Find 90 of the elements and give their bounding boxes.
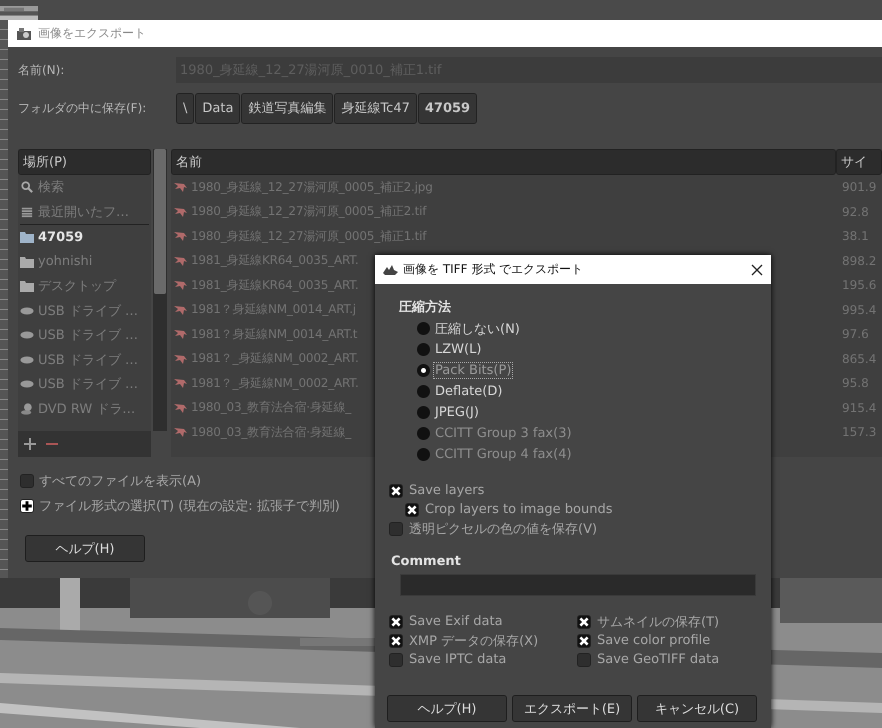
path-button[interactable]: Data xyxy=(195,92,240,124)
checkbox[interactable] xyxy=(577,634,591,648)
image-file-icon xyxy=(173,304,187,316)
checkbox[interactable] xyxy=(389,522,403,536)
checkbox[interactable] xyxy=(577,652,591,666)
image-file-icon xyxy=(173,230,187,242)
radio-label: Deflate(D) xyxy=(434,384,504,399)
radio-label: JPEG(J) xyxy=(434,405,480,420)
drive-icon xyxy=(20,378,34,390)
image-file-icon xyxy=(173,426,187,438)
checkbox-label: Save IPTC data xyxy=(409,652,506,667)
dialog-button[interactable]: ヘルプ(H) xyxy=(387,695,507,722)
compression-heading: 圧縮方法 xyxy=(399,298,452,316)
drive-icon xyxy=(20,304,34,317)
remove-icon[interactable] xyxy=(46,442,58,446)
size-column-header[interactable]: サイ xyxy=(836,149,882,175)
image-file-icon xyxy=(173,206,187,218)
add-icon[interactable] xyxy=(24,438,36,450)
image-file-icon xyxy=(173,402,187,414)
path-button[interactable]: \ xyxy=(176,92,194,124)
name-column-header[interactable]: 名前 xyxy=(171,149,836,175)
path-button[interactable]: 鉄道写真編集 xyxy=(241,92,334,124)
dialog-button[interactable]: キャンセル(C) xyxy=(637,695,757,722)
radio-button[interactable] xyxy=(417,364,430,377)
comment-field[interactable] xyxy=(400,574,756,596)
folder-icon xyxy=(20,280,34,292)
place-item[interactable]: デスクトップ xyxy=(18,274,151,298)
comment-label: Comment xyxy=(391,554,462,569)
place-item[interactable]: yohnishi xyxy=(18,250,151,274)
checkbox-label: Crop layers to image bounds xyxy=(425,502,613,517)
name-label: 名前(N): xyxy=(18,62,66,78)
radio-label: 圧縮しない(N) xyxy=(434,320,521,338)
expander-label: ファイル形式の選択(T) (現在の設定: 拡張子で判別) xyxy=(39,498,340,514)
app-icon xyxy=(16,26,32,40)
expander-icon[interactable] xyxy=(20,498,34,512)
drive-icon xyxy=(20,354,34,366)
place-item[interactable]: USB ドライブ … xyxy=(18,372,151,396)
radio-label: Pack Bits(P) xyxy=(434,363,512,378)
folder-icon xyxy=(20,256,34,268)
dialog-title: 画像を TIFF 形式 でエクスポート xyxy=(403,261,584,278)
checkbox[interactable] xyxy=(405,502,419,516)
image-file-icon xyxy=(173,328,187,340)
image-file-icon xyxy=(173,279,187,292)
radio-button[interactable] xyxy=(417,322,430,335)
place-item[interactable]: 47059 xyxy=(18,225,151,250)
checkbox-label: Save color profile xyxy=(597,633,710,648)
path-button[interactable]: 47059 xyxy=(418,92,478,124)
place-item[interactable]: USB ドライブ … xyxy=(18,323,151,348)
checkbox[interactable] xyxy=(389,634,403,648)
close-icon[interactable] xyxy=(751,264,763,276)
checkbox[interactable] xyxy=(389,652,403,666)
window-title: 画像をエクスポート xyxy=(38,25,146,42)
place-item[interactable]: DVD RW ドラ… xyxy=(18,396,151,421)
app-icon xyxy=(383,262,399,276)
path-button[interactable]: 身延線Tc47 xyxy=(334,92,417,124)
image-file-icon xyxy=(173,181,187,194)
drive-icon xyxy=(20,329,34,342)
dialog-button[interactable]: エクスポート(E) xyxy=(512,695,632,722)
folder-icon xyxy=(20,231,34,244)
radio-label: LZW(L) xyxy=(434,342,482,357)
checkbox-label: Save Exif data xyxy=(409,614,503,629)
radio-button[interactable] xyxy=(417,406,430,419)
checkbox-label: すべてのファイルを表示(A) xyxy=(39,472,202,490)
checkbox[interactable] xyxy=(577,614,591,628)
checkbox[interactable] xyxy=(389,484,403,498)
checkbox-label: サムネイルの保存(T) xyxy=(597,614,720,630)
radio-button[interactable] xyxy=(417,343,430,356)
checkbox-label: Save GeoTIFF data xyxy=(597,652,720,667)
checkbox[interactable] xyxy=(20,474,34,488)
checkbox[interactable] xyxy=(389,614,403,628)
search-icon xyxy=(20,181,34,194)
checkbox-label: XMP データの保存(X) xyxy=(409,632,538,650)
image-file-icon xyxy=(173,377,187,390)
radio-label: CCITT Group 3 fax(3) xyxy=(434,426,573,441)
folder-label: フォルダの中に保存(F): xyxy=(18,100,148,116)
stack-icon xyxy=(20,206,34,218)
radio-button[interactable] xyxy=(417,385,430,398)
scrollbar-thumb[interactable] xyxy=(154,149,166,294)
image-file-icon xyxy=(173,352,187,365)
radio-label: CCITT Group 4 fax(4) xyxy=(434,447,573,462)
help-button[interactable]: ヘルプ(H) xyxy=(25,535,145,562)
places-header[interactable]: 場所(P) xyxy=(18,149,151,175)
checkbox-label: 透明ピクセルの色の値を保存(V) xyxy=(409,520,598,538)
place-item[interactable]: 検索 xyxy=(18,175,151,200)
place-item[interactable]: 最近開いたフ… xyxy=(18,200,151,224)
checkbox-label: Save layers xyxy=(409,483,484,498)
place-item[interactable]: USB ドライブ … xyxy=(18,348,151,372)
image-file-icon xyxy=(173,254,187,267)
disc-drive-icon xyxy=(20,402,34,415)
place-item[interactable]: USB ドライブ … xyxy=(18,298,151,323)
